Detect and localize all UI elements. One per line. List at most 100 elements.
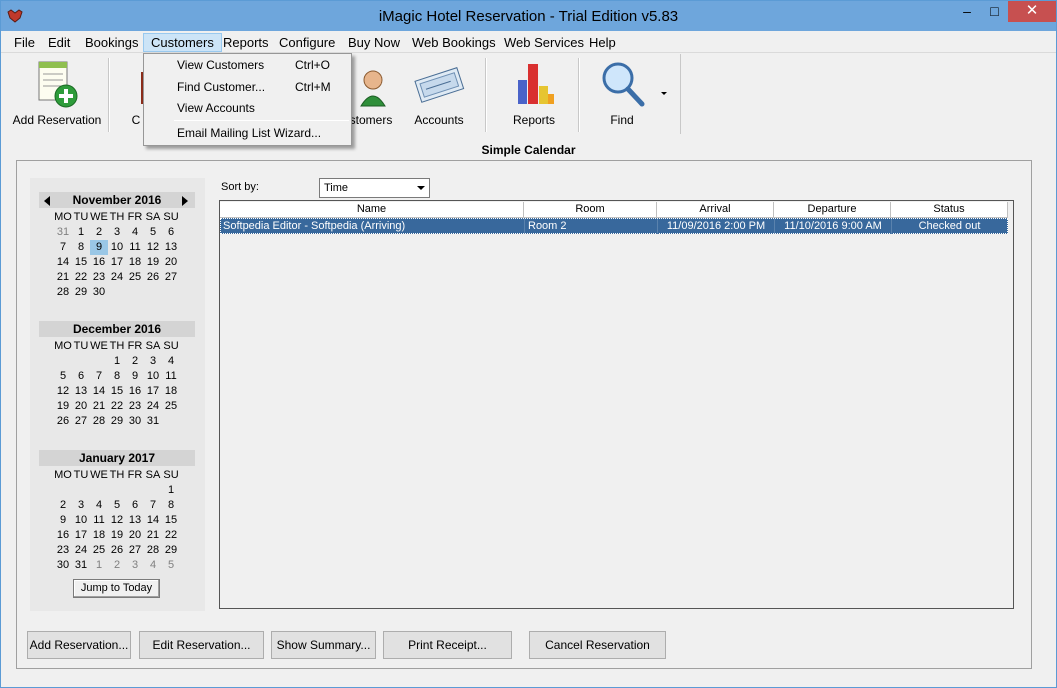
calendar-day[interactable]: 27 — [162, 270, 180, 285]
calendar-day[interactable]: 30 — [90, 285, 108, 300]
calendar-day[interactable]: 12 — [108, 513, 126, 528]
previous-month-icon[interactable] — [44, 196, 50, 206]
column-header-name[interactable]: Name — [220, 202, 524, 218]
jump-to-today-button[interactable]: Jump to Today — [73, 579, 160, 598]
menu-reports[interactable]: Reports — [216, 33, 276, 52]
calendar-day[interactable]: 14 — [90, 384, 108, 399]
calendar-day[interactable]: 19 — [108, 528, 126, 543]
menu-item-find-customer[interactable]: Find Customer... Ctrl+M — [144, 77, 351, 97]
calendar-day[interactable]: 4 — [162, 354, 180, 369]
calendar-day[interactable]: 9 — [54, 513, 72, 528]
calendar-day[interactable]: 16 — [126, 384, 144, 399]
menu-configure[interactable]: Configure — [272, 33, 342, 52]
menu-help[interactable]: Help — [582, 33, 623, 52]
calendar-day[interactable]: 17 — [72, 528, 90, 543]
calendar-day[interactable]: 1 — [90, 558, 108, 573]
calendar-day[interactable]: 4 — [126, 225, 144, 240]
calendar-day[interactable]: 22 — [108, 399, 126, 414]
calendar-day[interactable]: 15 — [72, 255, 90, 270]
menu-item-email-mailing-list-wizard[interactable]: Email Mailing List Wizard... — [144, 123, 351, 143]
calendar-day[interactable]: 22 — [72, 270, 90, 285]
calendar-day[interactable]: 8 — [108, 369, 126, 384]
calendar-day[interactable]: 27 — [72, 414, 90, 429]
calendar-day[interactable]: 2 — [54, 498, 72, 513]
calendar-day[interactable]: 17 — [144, 384, 162, 399]
calendar-day[interactable]: 21 — [54, 270, 72, 285]
next-month-icon[interactable] — [182, 196, 188, 206]
calendar-day[interactable]: 23 — [90, 270, 108, 285]
calendar-day[interactable]: 3 — [126, 558, 144, 573]
calendar-day[interactable]: 2 — [108, 558, 126, 573]
reports-tool[interactable]: Reports — [494, 54, 574, 134]
calendar-day[interactable]: 9 — [90, 240, 108, 255]
edit-reservation-button[interactable]: Edit Reservation... — [139, 631, 264, 659]
calendar-day[interactable]: 28 — [144, 543, 162, 558]
calendar-day[interactable]: 16 — [90, 255, 108, 270]
calendar-day[interactable]: 11 — [162, 369, 180, 384]
print-receipt-button[interactable]: Print Receipt... — [383, 631, 512, 659]
calendar-day[interactable]: 7 — [54, 240, 72, 255]
calendar-day[interactable]: 9 — [126, 369, 144, 384]
calendar-day[interactable]: 26 — [144, 270, 162, 285]
calendar-day[interactable]: 12 — [54, 384, 72, 399]
calendar-day[interactable]: 22 — [162, 528, 180, 543]
calendar-day[interactable]: 26 — [108, 543, 126, 558]
calendar-day[interactable]: 1 — [162, 483, 180, 498]
calendar-day[interactable]: 13 — [126, 513, 144, 528]
menu-file[interactable]: File — [7, 33, 42, 52]
calendar-day[interactable]: 31 — [72, 558, 90, 573]
show-summary-button[interactable]: Show Summary... — [271, 631, 376, 659]
calendar-day[interactable]: 30 — [54, 558, 72, 573]
calendar-day[interactable]: 18 — [162, 384, 180, 399]
calendar-day[interactable]: 5 — [162, 558, 180, 573]
calendar-day[interactable]: 29 — [162, 543, 180, 558]
menu-item-view-accounts[interactable]: View Accounts — [144, 98, 351, 118]
calendar-day[interactable]: 29 — [72, 285, 90, 300]
calendar-day[interactable]: 12 — [144, 240, 162, 255]
calendar-day[interactable]: 18 — [126, 255, 144, 270]
find-tool[interactable]: Find — [587, 54, 657, 134]
calendar-day[interactable]: 2 — [126, 354, 144, 369]
calendar-day[interactable]: 27 — [126, 543, 144, 558]
calendar-day[interactable]: 21 — [144, 528, 162, 543]
add-reservation-button[interactable]: Add Reservation... — [27, 631, 131, 659]
calendar-day[interactable]: 7 — [144, 498, 162, 513]
calendar-day[interactable]: 19 — [144, 255, 162, 270]
calendar-day[interactable]: 5 — [108, 498, 126, 513]
column-header-room[interactable]: Room — [524, 202, 657, 218]
calendar-day[interactable]: 24 — [72, 543, 90, 558]
calendar-day[interactable]: 25 — [126, 270, 144, 285]
calendar-day[interactable]: 10 — [108, 240, 126, 255]
calendar-day[interactable]: 28 — [54, 285, 72, 300]
calendar-day[interactable]: 25 — [162, 399, 180, 414]
calendar-day[interactable]: 5 — [54, 369, 72, 384]
calendar-day[interactable]: 31 — [54, 225, 72, 240]
calendar-day[interactable]: 31 — [144, 414, 162, 429]
minimize-button[interactable]: – — [953, 1, 981, 22]
calendar-day[interactable]: 29 — [108, 414, 126, 429]
calendar-day[interactable]: 20 — [126, 528, 144, 543]
calendar-day[interactable]: 3 — [108, 225, 126, 240]
add-reservation-tool[interactable]: Add Reservation — [11, 54, 103, 134]
menu-buy-now[interactable]: Buy Now — [341, 33, 407, 52]
calendar-day[interactable]: 17 — [108, 255, 126, 270]
calendar-day[interactable]: 24 — [144, 399, 162, 414]
calendar-day[interactable]: 18 — [90, 528, 108, 543]
calendar-day[interactable]: 11 — [90, 513, 108, 528]
calendar-day[interactable]: 2 — [90, 225, 108, 240]
calendar-day[interactable]: 4 — [90, 498, 108, 513]
table-row[interactable]: Softpedia Editor - Softpedia (Arriving) … — [220, 218, 1008, 234]
calendar-day[interactable]: 8 — [72, 240, 90, 255]
column-header-status[interactable]: Status — [891, 202, 1008, 218]
calendar-day[interactable]: 20 — [162, 255, 180, 270]
calendar-day[interactable]: 3 — [72, 498, 90, 513]
calendar-day[interactable]: 1 — [72, 225, 90, 240]
calendar-day[interactable]: 1 — [108, 354, 126, 369]
calendar-day[interactable]: 4 — [144, 558, 162, 573]
menu-bookings[interactable]: Bookings — [78, 33, 145, 52]
menu-item-view-customers[interactable]: View Customers Ctrl+O — [144, 55, 351, 75]
accounts-tool[interactable]: Accounts — [403, 54, 475, 134]
calendar-day[interactable]: 21 — [90, 399, 108, 414]
calendar-day[interactable]: 5 — [144, 225, 162, 240]
calendar-day[interactable]: 3 — [144, 354, 162, 369]
